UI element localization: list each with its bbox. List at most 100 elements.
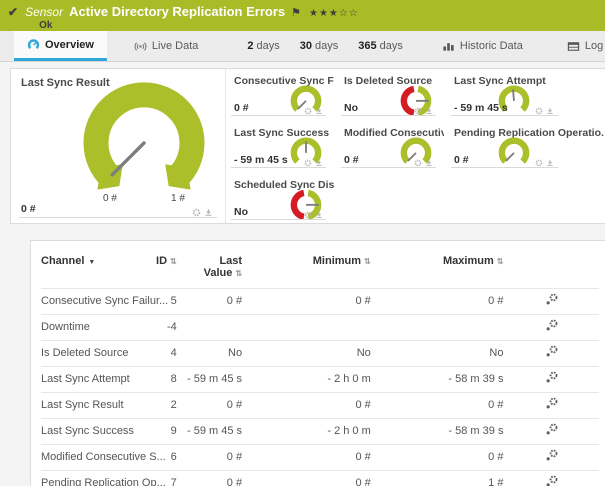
- channel-name[interactable]: Last Sync Success: [41, 418, 142, 445]
- tab-365-days-number: 365: [358, 40, 377, 52]
- table-row: Modified Consecutive S... 6 0 # 0 # 0 #: [41, 444, 599, 471]
- gauge-gear-icon[interactable]: [304, 211, 312, 219]
- small-gauges-grid: Consecutive Sync Failures 0 # Is Deleted…: [226, 69, 605, 223]
- tab-bar: Overview Live Data 2 days 30 days 365 da…: [0, 31, 605, 62]
- gauge-gear-icon[interactable]: [535, 107, 543, 115]
- tab-historic-data-label: Historic Data: [459, 40, 523, 52]
- channel-name[interactable]: Downtime: [41, 314, 142, 341]
- tab-30-days-number: 30: [299, 40, 313, 52]
- tab-historic-data[interactable]: Historic Data: [429, 31, 536, 61]
- channel-name[interactable]: Last Sync Result: [41, 392, 142, 419]
- gauge-scheduled-sync-disabled: Scheduled Sync Disabled No: [226, 173, 336, 225]
- download-icon[interactable]: [315, 107, 323, 115]
- table-row: Pending Replication Op... 7 0 # 0 # 1 #: [41, 470, 599, 486]
- tab-365-days[interactable]: 365 days: [348, 31, 413, 61]
- column-header-id[interactable]: ID ⇅: [142, 255, 177, 289]
- tab-30-days[interactable]: 30 days: [290, 31, 349, 61]
- download-icon[interactable]: [425, 107, 433, 115]
- table-header-row: Channel ▼ ID ⇅ Last Value ⇅ Minimum ⇅ Maximum…: [41, 255, 599, 289]
- gauge-min-label: 0 #: [103, 193, 117, 204]
- edit-channel-icon[interactable]: [545, 397, 558, 410]
- channel-name[interactable]: Is Deleted Source: [41, 340, 142, 367]
- sort-icon: ⇅: [235, 269, 243, 278]
- download-icon[interactable]: [204, 208, 213, 217]
- gauge-gear-icon[interactable]: [414, 107, 422, 115]
- tab-overview-label: Overview: [45, 38, 94, 51]
- download-icon[interactable]: [425, 159, 433, 167]
- download-icon[interactable]: [315, 159, 323, 167]
- gauge-gear-icon[interactable]: [304, 159, 312, 167]
- edit-channel-icon[interactable]: [545, 345, 558, 358]
- edit-channel-icon[interactable]: [545, 371, 558, 384]
- gauge-gear-icon[interactable]: [304, 107, 312, 115]
- gauges-panel: Last Sync Result 0 # 1 # 0 # Consecutive…: [10, 68, 605, 224]
- flag-icon[interactable]: ⚑: [291, 6, 301, 19]
- download-icon[interactable]: [546, 107, 554, 115]
- gauge-consecutive-sync-failures: Consecutive Sync Failures 0 #: [226, 69, 336, 121]
- column-header-maximum[interactable]: Maximum ⇅: [371, 255, 504, 289]
- tab-2-days-unit: days: [256, 40, 280, 52]
- gauge-last-sync-attempt: Last Sync Attempt - 59 m 45 s: [446, 69, 605, 121]
- gauge-gear-icon[interactable]: [535, 159, 543, 167]
- gauge-max-label: 1 #: [171, 193, 185, 204]
- edit-channel-icon[interactable]: [545, 319, 558, 332]
- sensor-kind-label: Sensor: [25, 5, 64, 19]
- edit-channel-icon[interactable]: [545, 293, 558, 306]
- green-gauge: [498, 137, 530, 164]
- channels-table-panel: Channel ▼ ID ⇅ Last Value ⇅ Minimum ⇅ Maximum…: [30, 240, 605, 486]
- sort-icon: ⇅: [496, 257, 504, 266]
- gauge-last-sync-result: Last Sync Result 0 # 1 # 0 #: [11, 69, 226, 223]
- table-row: Is Deleted Source 4 No No No: [41, 340, 599, 367]
- table-row: Downtime -4: [41, 314, 599, 341]
- channel-name[interactable]: Last Sync Attempt: [41, 366, 142, 393]
- tab-log-label: Log: [584, 40, 604, 52]
- status-ok-icon: ✔: [8, 5, 19, 19]
- page-title: Active Directory Replication Errors: [69, 4, 286, 19]
- gauge-gear-icon[interactable]: [414, 159, 422, 167]
- channel-name[interactable]: Pending Replication Op...: [41, 470, 166, 486]
- channel-name[interactable]: Consecutive Sync Failur...: [41, 288, 168, 315]
- column-header-edit: [503, 255, 599, 289]
- sensor-page: ✔ Sensor Active Directory Replication Er…: [0, 0, 605, 486]
- table-row: Last Sync Attempt 8 - 59 m 45 s - 2 h 0 …: [41, 366, 599, 393]
- column-header-last-value[interactable]: Last Value ⇅: [177, 255, 242, 289]
- edit-channel-icon[interactable]: [545, 475, 558, 486]
- gauge-pending-replication-operations: Pending Replication Operatio... 0 #: [446, 121, 605, 173]
- download-icon[interactable]: [315, 211, 323, 219]
- broadcast-icon: [134, 40, 147, 53]
- channels-table: Channel ▼ ID ⇅ Last Value ⇅ Minimum ⇅ Maximum…: [41, 255, 599, 486]
- tab-365-days-unit: days: [379, 40, 403, 52]
- tab-2-days-number: 2: [247, 40, 254, 52]
- tab-live-data-label: Live Data: [151, 40, 199, 52]
- sensor-title-line: Sensor Active Directory Replication Erro…: [25, 4, 359, 19]
- gauge-gear-icon[interactable]: [192, 208, 201, 217]
- sensor-header: ✔ Sensor Active Directory Replication Er…: [0, 0, 605, 31]
- gauge-is-deleted-source: Is Deleted Source No: [336, 69, 446, 121]
- tab-live-data[interactable]: Live Data: [121, 31, 211, 61]
- bar-chart-icon: [442, 40, 455, 53]
- divider: [19, 217, 217, 218]
- tab-overview[interactable]: Overview: [14, 31, 107, 61]
- log-table-icon: [567, 40, 580, 53]
- table-row: Last Sync Success 9 - 59 m 45 s - 2 h 0 …: [41, 418, 599, 445]
- column-header-channel[interactable]: Channel ▼: [41, 255, 142, 289]
- sort-icon: ⇅: [170, 257, 177, 266]
- gauge-modified-consecutive-sync-failures: Modified Consecutive Sync F... 0 #: [336, 121, 446, 173]
- priority-stars[interactable]: ★★★☆☆: [309, 8, 359, 19]
- download-icon[interactable]: [546, 159, 554, 167]
- tab-2-days[interactable]: 2 days: [237, 31, 289, 61]
- tab-log[interactable]: Log: [554, 31, 605, 61]
- gauge-value: 0 #: [21, 203, 36, 215]
- gauge-last-sync-success: Last Sync Success - 59 m 45 s: [226, 121, 336, 173]
- sensor-header-main: Sensor Active Directory Replication Erro…: [25, 4, 359, 31]
- column-header-minimum[interactable]: Minimum ⇅: [242, 255, 371, 289]
- edit-channel-icon[interactable]: [545, 423, 558, 436]
- channel-name[interactable]: Modified Consecutive S...: [41, 444, 166, 471]
- sort-desc-icon: ▼: [88, 259, 96, 266]
- table-row: Last Sync Result 2 0 # 0 # 0 #: [41, 392, 599, 419]
- tab-30-days-unit: days: [315, 40, 339, 52]
- table-row: Consecutive Sync Failur... 5 0 # 0 # 0 #: [41, 288, 599, 315]
- edit-channel-icon[interactable]: [545, 449, 558, 462]
- sort-icon: ⇅: [364, 257, 371, 266]
- last-sync-result-gauge: 0 # 1 #: [83, 82, 205, 204]
